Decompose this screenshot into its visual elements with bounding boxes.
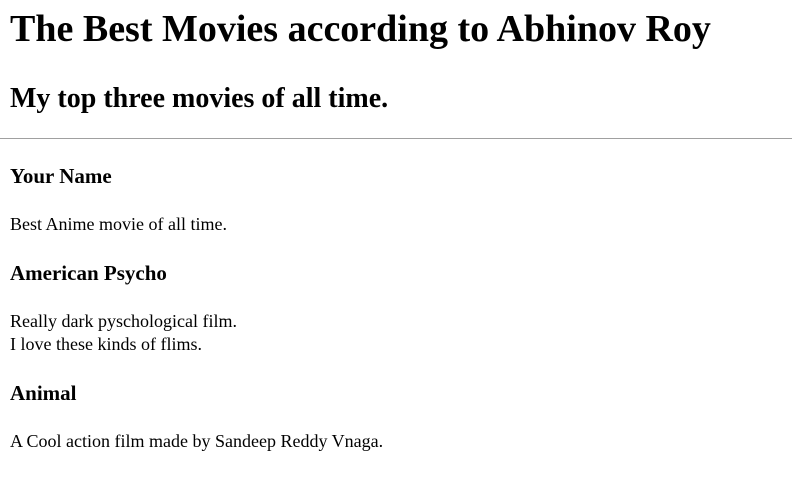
movie-title: Animal: [10, 381, 77, 405]
movie-title: American Psycho: [10, 261, 167, 285]
movie-description-line: I love these kinds of flims.: [10, 334, 202, 354]
page-subtitle: My top three movies of all time.: [10, 83, 389, 114]
divider: [0, 138, 792, 139]
page-title: The Best Movies according to Abhinov Roy: [10, 8, 711, 50]
movie-description-line: Really dark pyschological film.: [10, 311, 237, 331]
movie-item: Animal A Cool action film made by Sandee…: [10, 380, 792, 453]
movie-item: Your Name Best Anime movie of all time.: [10, 163, 792, 236]
movie-item: American Psycho Really dark pyschologica…: [10, 260, 792, 356]
movie-title: Your Name: [10, 164, 112, 188]
movie-list: Your Name Best Anime movie of all time. …: [10, 163, 792, 453]
movie-description-line: A Cool action film made by Sandeep Reddy…: [10, 431, 384, 451]
movie-description-line: Best Anime movie of all time.: [10, 214, 227, 234]
